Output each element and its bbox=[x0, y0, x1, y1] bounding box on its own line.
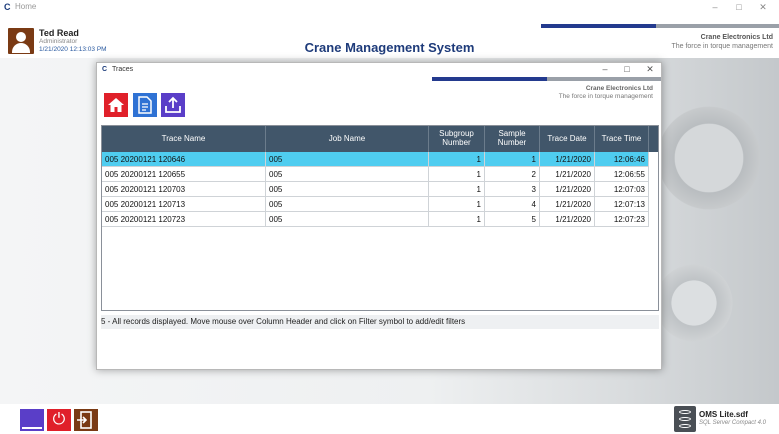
app-title: Crane Management System bbox=[304, 40, 475, 55]
column-header-trace-date[interactable]: Trace Date bbox=[540, 126, 595, 152]
column-header-trace-name[interactable]: Trace Name bbox=[102, 126, 266, 152]
cell-sample-number: 2 bbox=[485, 167, 540, 182]
dialog-stripe-blue bbox=[432, 77, 547, 81]
dialog-close-button[interactable]: ✕ bbox=[642, 64, 658, 75]
cell-subgroup-number: 1 bbox=[429, 182, 485, 197]
cell-job-name: 005 bbox=[266, 152, 429, 167]
cell-trace-name: 005 20200121 120703 bbox=[102, 182, 266, 197]
close-button[interactable]: ✕ bbox=[756, 2, 770, 13]
column-header-trace-time[interactable]: Trace Time bbox=[595, 126, 649, 152]
database-type: SQL Server Compact 4.0 bbox=[699, 420, 766, 426]
table-row[interactable]: 005 20200121 120703 005 1 3 1/21/2020 12… bbox=[102, 182, 649, 197]
traces-dialog: C Traces – □ ✕ Crane Electronics Ltd The… bbox=[96, 62, 662, 370]
cell-trace-time: 12:07:13 bbox=[595, 197, 649, 212]
cell-job-name: 005 bbox=[266, 197, 429, 212]
cell-trace-time: 12:06:46 bbox=[595, 152, 649, 167]
main-window-title: Home bbox=[15, 2, 37, 11]
dialog-brand-name: Crane Electronics Ltd bbox=[585, 85, 653, 92]
background-bolt-graphic bbox=[649, 258, 739, 348]
export-icon bbox=[165, 96, 181, 113]
cell-job-name: 005 bbox=[266, 182, 429, 197]
cell-trace-name: 005 20200121 120713 bbox=[102, 197, 266, 212]
cell-trace-name: 005 20200121 120723 bbox=[102, 212, 266, 227]
grid-header-corner bbox=[649, 126, 658, 152]
brand-tagline: The force in torque management bbox=[671, 43, 773, 50]
cell-trace-time: 12:07:03 bbox=[595, 182, 649, 197]
cell-sample-number: 1 bbox=[485, 152, 540, 167]
dialog-brand-tagline: The force in torque management bbox=[558, 93, 653, 100]
exit-door-icon bbox=[77, 411, 92, 429]
database-name: OMS Lite.sdf bbox=[699, 410, 748, 419]
export-button[interactable] bbox=[161, 93, 185, 117]
brand-name: Crane Electronics Ltd bbox=[700, 34, 773, 41]
exit-button[interactable] bbox=[74, 409, 98, 431]
column-header-job-name[interactable]: Job Name bbox=[266, 126, 429, 152]
cell-trace-date: 1/21/2020 bbox=[540, 182, 595, 197]
power-icon: ⏻ bbox=[52, 411, 66, 428]
cell-trace-time: 12:06:55 bbox=[595, 167, 649, 182]
dialog-stripe-gray bbox=[547, 77, 661, 81]
table-row[interactable]: 005 20200121 120723 005 1 5 1/21/2020 12… bbox=[102, 212, 649, 227]
cell-job-name: 005 bbox=[266, 167, 429, 182]
bottom-bar bbox=[0, 404, 779, 434]
dialog-title: Traces bbox=[112, 66, 134, 73]
user-name: Ted Read bbox=[39, 28, 79, 38]
status-text: 5 - All records displayed. Move mouse ov… bbox=[101, 317, 466, 326]
cell-trace-time: 12:07:23 bbox=[595, 212, 649, 227]
table-row[interactable]: 005 20200121 120646 005 1 1 1/21/2020 12… bbox=[102, 152, 649, 167]
crane-c-icon: C bbox=[4, 2, 11, 12]
grid-header: Trace Name Job Name Subgroup Number Samp… bbox=[102, 126, 658, 152]
cell-subgroup-number: 1 bbox=[429, 212, 485, 227]
cell-trace-date: 1/21/2020 bbox=[540, 167, 595, 182]
dialog-titlebar: C Traces – □ ✕ bbox=[97, 63, 661, 77]
report-icon bbox=[138, 96, 152, 114]
maximize-button[interactable]: □ bbox=[732, 2, 746, 12]
background-gear-graphic bbox=[649, 98, 769, 218]
dialog-maximize-button[interactable]: □ bbox=[619, 64, 635, 74]
header-stripe-blue bbox=[541, 24, 656, 28]
dialog-minimize-button[interactable]: – bbox=[597, 64, 613, 74]
cell-trace-date: 1/21/2020 bbox=[540, 152, 595, 167]
table-row[interactable]: 005 20200121 120655 005 1 2 1/21/2020 12… bbox=[102, 167, 649, 182]
cell-sample-number: 4 bbox=[485, 197, 540, 212]
traces-grid[interactable]: Trace Name Job Name Subgroup Number Samp… bbox=[101, 125, 659, 311]
main-titlebar: C Home – □ ✕ bbox=[0, 0, 779, 24]
cell-sample-number: 3 bbox=[485, 182, 540, 197]
cell-trace-date: 1/21/2020 bbox=[540, 197, 595, 212]
cell-trace-name: 005 20200121 120655 bbox=[102, 167, 266, 182]
home-button[interactable] bbox=[104, 93, 128, 117]
crane-c-icon: C bbox=[102, 66, 108, 73]
cell-subgroup-number: 1 bbox=[429, 152, 485, 167]
database-icon bbox=[674, 406, 696, 432]
minimize-button[interactable]: – bbox=[708, 2, 722, 12]
minimize-window-icon bbox=[22, 427, 42, 429]
minimize-window-button[interactable] bbox=[20, 409, 44, 431]
home-icon bbox=[108, 98, 124, 112]
power-button[interactable]: ⏻ bbox=[47, 409, 71, 431]
cell-job-name: 005 bbox=[266, 212, 429, 227]
cell-subgroup-number: 1 bbox=[429, 197, 485, 212]
status-bar: 5 - All records displayed. Move mouse ov… bbox=[101, 315, 659, 329]
table-row[interactable]: 005 20200121 120713 005 1 4 1/21/2020 12… bbox=[102, 197, 649, 212]
column-header-sample-number[interactable]: Sample Number bbox=[485, 126, 540, 152]
header-stripe-gray bbox=[656, 24, 779, 28]
cell-trace-date: 1/21/2020 bbox=[540, 212, 595, 227]
cell-subgroup-number: 1 bbox=[429, 167, 485, 182]
cell-sample-number: 5 bbox=[485, 212, 540, 227]
cell-trace-name: 005 20200121 120646 bbox=[102, 152, 266, 167]
column-header-subgroup-number[interactable]: Subgroup Number bbox=[429, 126, 485, 152]
report-button[interactable] bbox=[133, 93, 157, 117]
